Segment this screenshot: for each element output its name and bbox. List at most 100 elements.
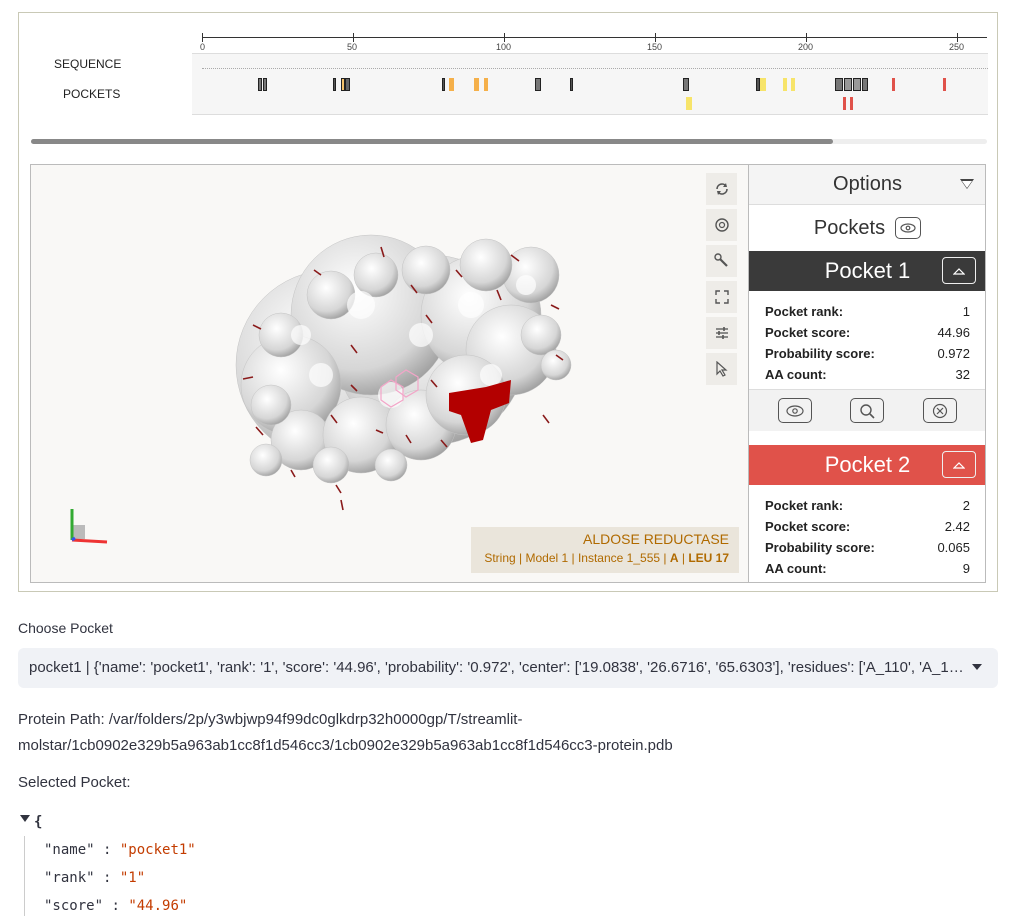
pocket-detail-row: Pocket rank: 1 bbox=[765, 301, 970, 322]
ruler-tick-label: 50 bbox=[347, 42, 358, 52]
selected-pocket-label: Selected Pocket: bbox=[18, 774, 131, 791]
detail-value: 0.065 bbox=[937, 540, 970, 555]
pocket-feature[interactable] bbox=[791, 78, 795, 91]
protein-path: Protein Path: /var/folders/2p/y3wbjwp94f… bbox=[18, 711, 673, 754]
wrench-button[interactable] bbox=[706, 245, 737, 277]
pocket-2-details: Pocket rank: 2 Pocket score: 2.42 Probabil… bbox=[749, 485, 985, 582]
json-indent-guide bbox=[24, 836, 25, 916]
detail-key: Pocket rank: bbox=[765, 498, 844, 513]
ruler-tick-label: 100 bbox=[496, 42, 512, 52]
sequence-line bbox=[202, 68, 988, 69]
pocket-feature[interactable] bbox=[892, 78, 895, 91]
pocket-1-details: Pocket rank: 1 Pocket score: 44.96 Probabi… bbox=[749, 291, 985, 389]
pocket-feature[interactable] bbox=[853, 78, 861, 91]
magnifier-icon bbox=[860, 403, 876, 419]
pocket-feature[interactable] bbox=[850, 97, 853, 110]
pocket-feature[interactable] bbox=[345, 78, 350, 91]
pocket-feature[interactable] bbox=[449, 78, 454, 91]
structure-info-box: ALDOSE REDUCTASE String | Model 1 | Inst… bbox=[471, 527, 739, 573]
pocket-1-title: Pocket 1 bbox=[824, 258, 911, 283]
json-value: "44.96" bbox=[128, 898, 188, 914]
viewer-toolbar bbox=[706, 173, 738, 389]
pocket-detail-row: AA count: 9 bbox=[765, 558, 970, 579]
reset-camera-button[interactable] bbox=[706, 173, 737, 205]
detail-key: Pocket score: bbox=[765, 325, 851, 340]
pocket-2-header[interactable]: Pocket 2 bbox=[749, 445, 985, 485]
pocket-feature[interactable] bbox=[783, 78, 787, 91]
sequence-ruler: 0 50 100 150 200 250 bbox=[200, 33, 987, 52]
pocket-feature[interactable] bbox=[760, 78, 766, 91]
select-mode-button[interactable] bbox=[706, 353, 737, 385]
options-header[interactable]: Options bbox=[749, 165, 985, 205]
pocket-2-collapse-button[interactable] bbox=[942, 451, 976, 478]
options-title: Options bbox=[833, 173, 902, 195]
select-cursor-icon bbox=[715, 361, 728, 377]
pocket-feature[interactable] bbox=[442, 78, 445, 91]
info-chain: A bbox=[669, 551, 679, 565]
reset-camera-icon bbox=[715, 183, 728, 195]
choose-pocket-label: Choose Pocket bbox=[18, 620, 113, 636]
pocket-1-show-button[interactable] bbox=[778, 398, 813, 423]
scrollbar-thumb[interactable] bbox=[31, 139, 833, 144]
pocket-detail-row: AA count: 32 bbox=[765, 364, 970, 385]
json-key: "name" bbox=[44, 842, 95, 858]
json-open-brace: { bbox=[34, 814, 43, 830]
pocket-detail-row: Pocket score: 2.42 bbox=[765, 516, 970, 537]
ruler-tick-label: 150 bbox=[647, 42, 663, 52]
pocket-1-focus-button[interactable] bbox=[850, 398, 885, 423]
pocket-feature[interactable] bbox=[258, 78, 262, 91]
pockets-label: POCKETS bbox=[63, 87, 121, 101]
pocket-feature[interactable] bbox=[844, 78, 852, 91]
sequence-scrollbar[interactable] bbox=[31, 139, 987, 144]
choose-pocket-select[interactable]: pocket1 | {'name': 'pocket1', 'rank': '1… bbox=[18, 648, 998, 688]
json-entry: "rank" : "1" bbox=[44, 870, 146, 886]
pocket-1-collapse-button[interactable] bbox=[942, 257, 976, 284]
pocket-feature[interactable] bbox=[535, 78, 541, 91]
fullscreen-button[interactable] bbox=[706, 281, 737, 313]
axes-indicator bbox=[70, 509, 108, 544]
molstar-3d-viewer[interactable]: ALDOSE REDUCTASE String | Model 1 | Inst… bbox=[30, 164, 986, 583]
pocket-1-actions bbox=[749, 389, 985, 431]
structure-title: ALDOSE REDUCTASE bbox=[583, 531, 729, 547]
chevron-down-icon[interactable] bbox=[972, 664, 982, 670]
settings-sliders-icon bbox=[715, 327, 728, 339]
json-entry: "score" : "44.96" bbox=[44, 898, 188, 914]
fullscreen-icon bbox=[714, 290, 729, 304]
pocket-1-header[interactable]: Pocket 1 bbox=[749, 251, 985, 291]
protein-surface[interactable] bbox=[31, 165, 731, 583]
detail-value: 44.96 bbox=[937, 325, 970, 340]
eye-icon bbox=[900, 223, 916, 233]
pocket-2-title: Pocket 2 bbox=[824, 452, 911, 477]
detail-value: 2.42 bbox=[944, 519, 970, 534]
pocket-detail-row: Probability score: 0.065 bbox=[765, 537, 970, 558]
pocket-feature[interactable] bbox=[683, 78, 689, 91]
close-circle-icon bbox=[932, 403, 947, 418]
wrench-icon bbox=[713, 253, 728, 267]
pocket-feature[interactable] bbox=[474, 78, 479, 91]
pocket-feature[interactable] bbox=[686, 97, 692, 110]
pocket-feature[interactable] bbox=[843, 97, 846, 110]
detail-key: AA count: bbox=[765, 367, 827, 382]
pocket-feature[interactable] bbox=[333, 78, 336, 91]
detail-value: 0.972 bbox=[937, 346, 970, 361]
pocket-feature[interactable] bbox=[263, 78, 267, 91]
pocket-feature[interactable] bbox=[835, 78, 843, 91]
pocket-feature[interactable] bbox=[570, 78, 573, 91]
json-collapse-icon[interactable] bbox=[20, 815, 30, 822]
json-entry: "name" : "pocket1" bbox=[44, 842, 196, 858]
info-part: String bbox=[484, 551, 516, 565]
pockets-heading: Pockets bbox=[749, 205, 985, 251]
pocket-feature[interactable] bbox=[862, 78, 868, 91]
sequence-label: SEQUENCE bbox=[54, 57, 122, 71]
settings-button[interactable] bbox=[706, 317, 737, 349]
toggle-all-pockets-button[interactable] bbox=[895, 217, 922, 239]
pocket-feature[interactable] bbox=[484, 78, 488, 91]
pocket-1-remove-button[interactable] bbox=[922, 398, 957, 423]
screenshot-button[interactable] bbox=[706, 209, 737, 241]
sequence-track[interactable] bbox=[192, 53, 988, 115]
eye-icon bbox=[786, 404, 804, 417]
pocket-feature[interactable] bbox=[943, 78, 946, 91]
json-key: "score" bbox=[44, 898, 104, 914]
options-collapse-icon[interactable] bbox=[960, 179, 974, 189]
ruler-tick-label: 250 bbox=[949, 42, 965, 52]
